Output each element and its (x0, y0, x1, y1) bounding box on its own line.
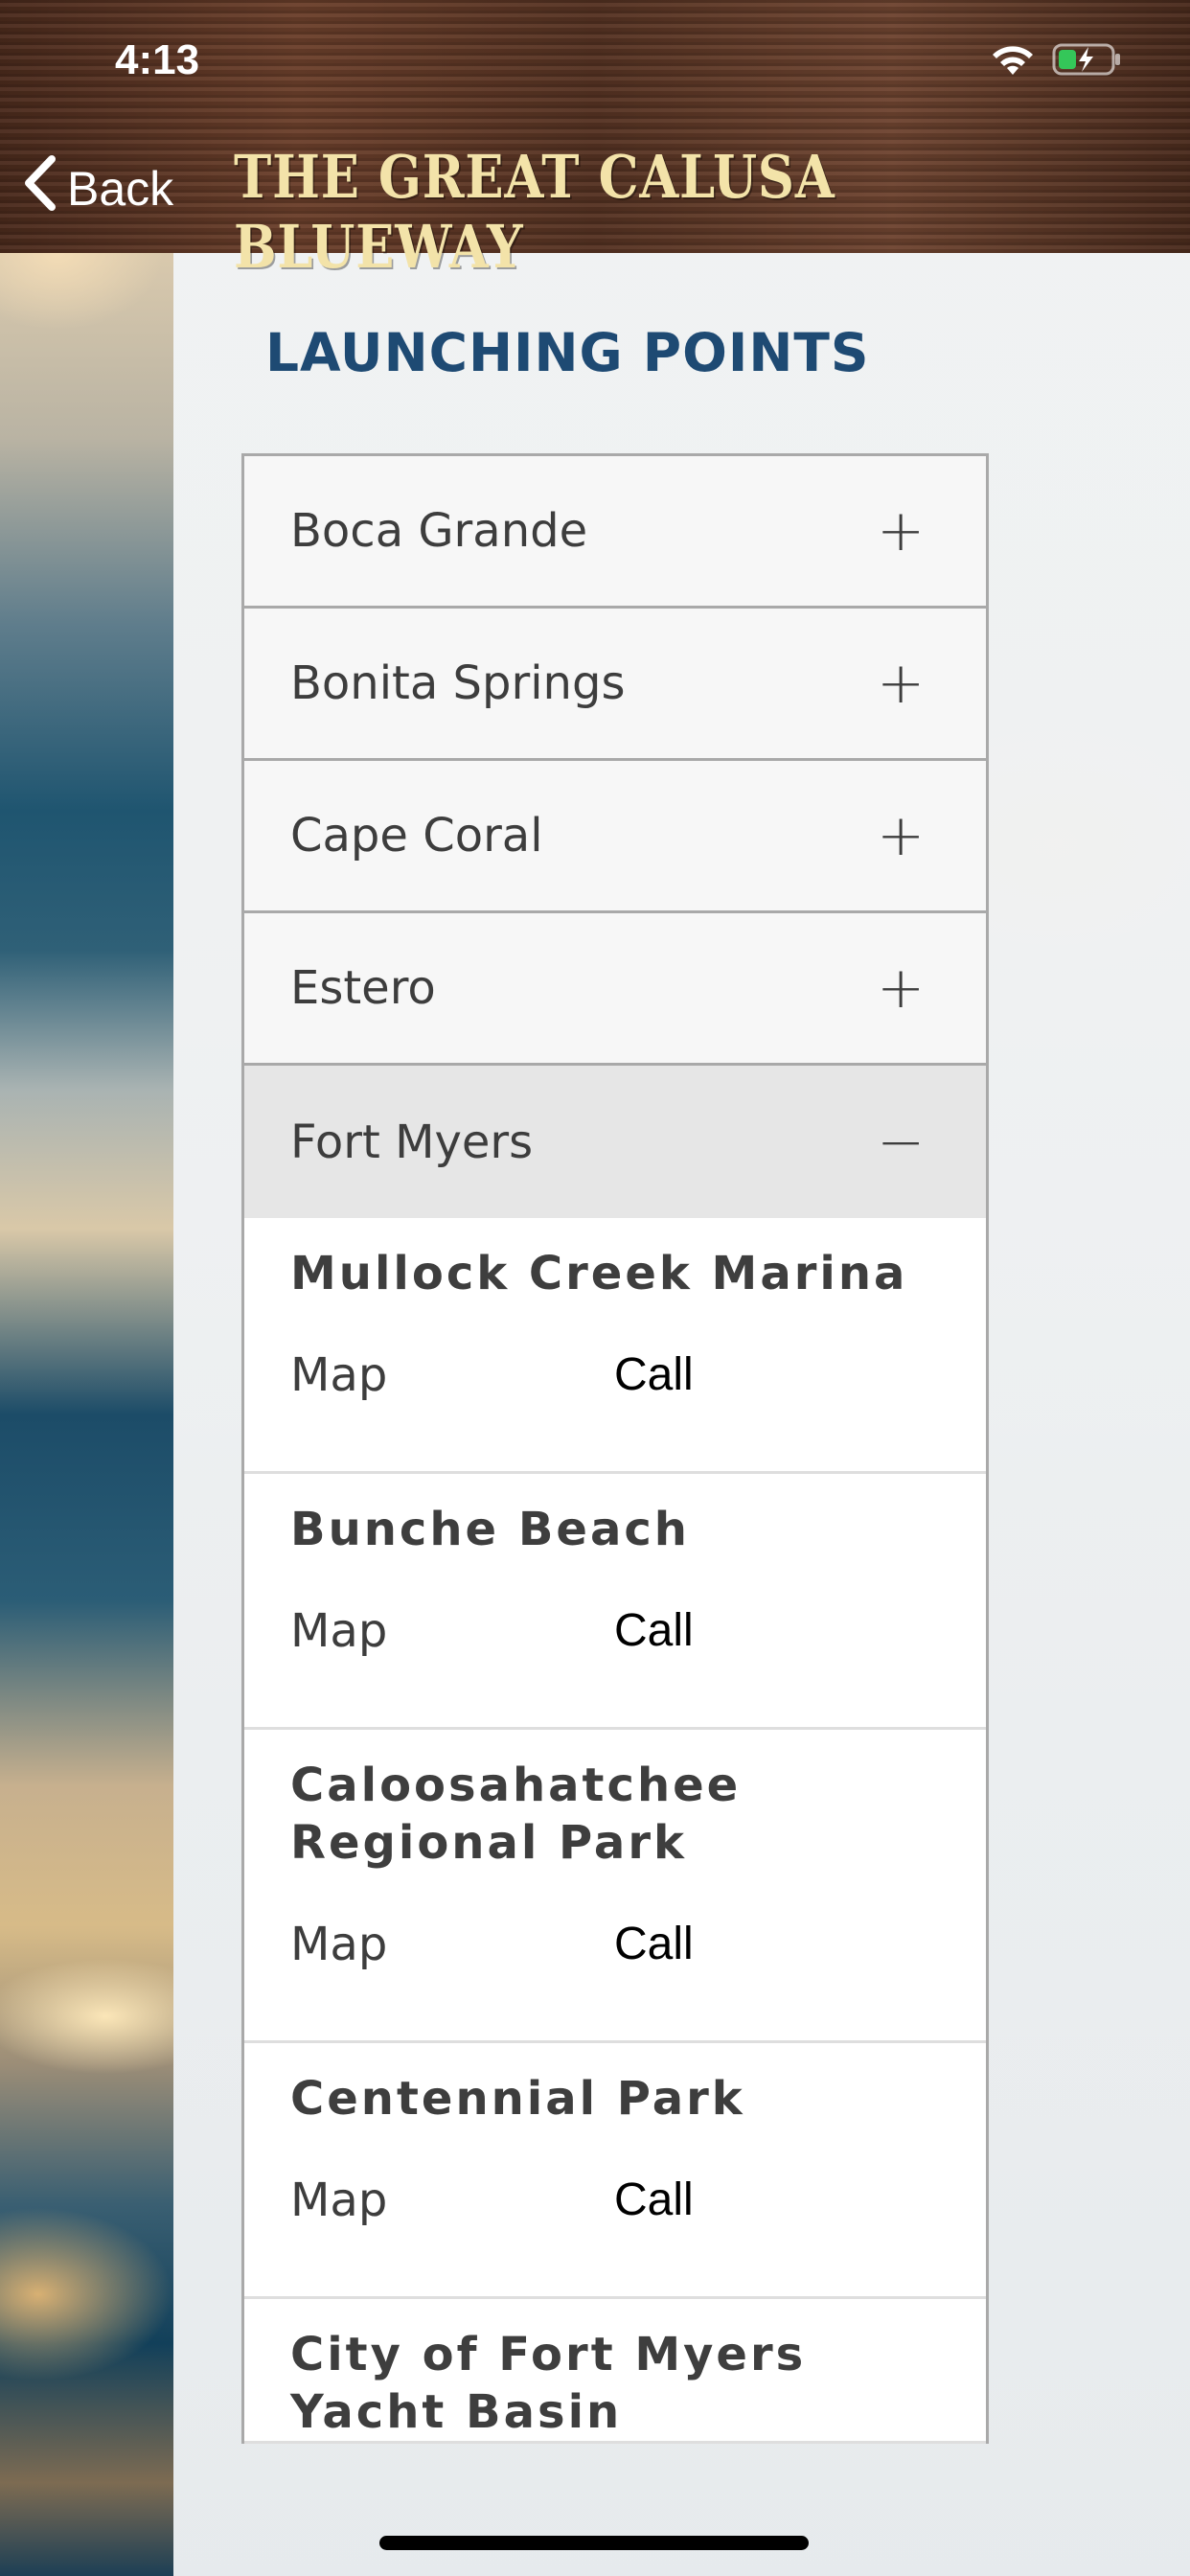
chevron-left-icon (21, 153, 59, 224)
list-item: Centennial Park Map Call (244, 2043, 986, 2299)
accordion-label: Fort Myers (290, 1115, 534, 1169)
map-link[interactable]: Map (290, 1348, 614, 1471)
call-link[interactable]: Call (614, 1918, 694, 2040)
location-actions: Map Call (290, 1302, 940, 1471)
accordion-label: Bonita Springs (290, 656, 626, 710)
battery-charging-icon (1052, 42, 1123, 77)
accordion-item-bonita-springs[interactable]: Bonita Springs + (244, 609, 986, 761)
list-item: City of Fort Myers Yacht Basin (244, 2299, 986, 2444)
page-title: LAUNCHING POINTS (265, 322, 870, 383)
location-name: Centennial Park (290, 2072, 745, 2126)
plus-icon: + (877, 497, 926, 564)
plus-icon: + (877, 650, 926, 717)
location-name: Bunche Beach (290, 1503, 690, 1556)
call-link[interactable]: Call (614, 1604, 694, 1727)
call-link[interactable]: Call (614, 2174, 694, 2296)
app-title-logo: THE GREAT CALUSA BLUEWAY (234, 142, 835, 282)
accordion-label: Cape Coral (290, 809, 543, 862)
location-name: Caloosahatchee Regional Park (290, 1759, 742, 1870)
list-item: Bunche Beach Map Call (244, 1474, 986, 1730)
wifi-icon (989, 42, 1037, 77)
status-time: 4:13 (115, 36, 200, 83)
launching-points-accordion: Boca Grande + Bonita Springs + Cape Cora… (241, 453, 989, 2444)
call-link[interactable]: Call (614, 1348, 694, 1471)
list-item: Mullock Creek Marina Map Call (244, 1218, 986, 1474)
accordion-item-boca-grande[interactable]: Boca Grande + (244, 456, 986, 609)
map-link[interactable]: Map (290, 2174, 614, 2296)
accordion-label: Boca Grande (290, 504, 588, 558)
fort-myers-locations: Mullock Creek Marina Map Call Bunche Bea… (244, 1218, 986, 2444)
back-button[interactable]: Back (21, 153, 173, 224)
accordion-item-estero[interactable]: Estero + (244, 913, 986, 1066)
location-actions: Map Call (290, 1872, 940, 2040)
minus-icon: − (877, 1108, 926, 1176)
background-water-image (0, 253, 173, 2576)
location-actions: Map Call (290, 2128, 940, 2296)
location-name: Mullock Creek Marina (290, 1247, 908, 1300)
list-item: Caloosahatchee Regional Park Map Call (244, 1730, 986, 2043)
plus-icon: + (877, 802, 926, 869)
location-name: City of Fort Myers Yacht Basin (290, 2328, 807, 2439)
status-icons (989, 42, 1123, 77)
plus-icon: + (877, 954, 926, 1022)
map-link[interactable]: Map (290, 1604, 614, 1727)
accordion-item-cape-coral[interactable]: Cape Coral + (244, 761, 986, 913)
location-actions: Map Call (290, 1558, 940, 1727)
app-header: 4:13 Back THE GREAT CALUSA BLUEWAY (0, 0, 1190, 282)
home-indicator[interactable] (379, 2536, 809, 2550)
accordion-label: Estero (290, 961, 436, 1015)
back-label: Back (67, 162, 174, 216)
map-link[interactable]: Map (290, 1918, 614, 2040)
accordion-item-fort-myers[interactable]: Fort Myers − (244, 1066, 986, 1218)
